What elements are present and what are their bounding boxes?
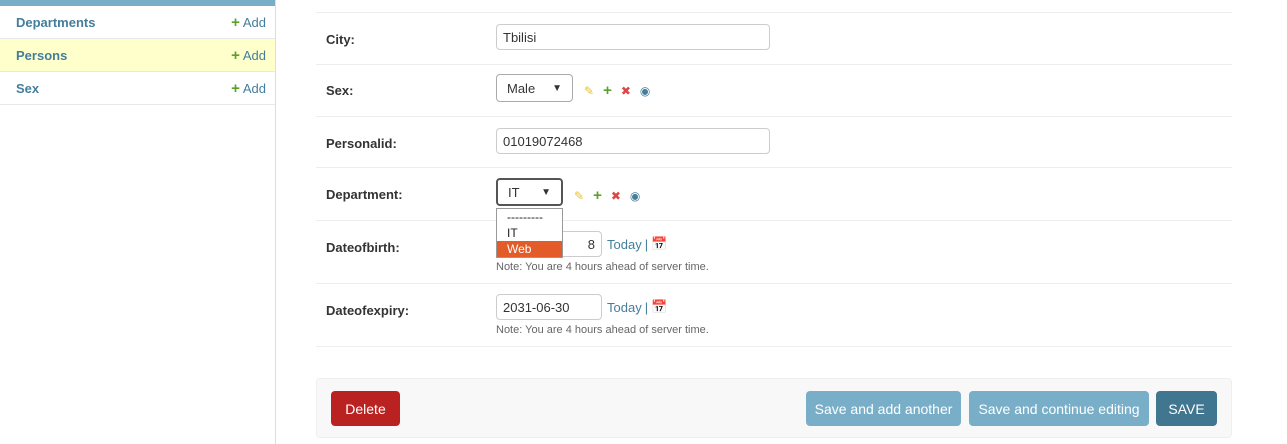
timezone-note: Note: You are 4 hours ahead of server ti…	[496, 261, 709, 273]
form-row-city: City: Tbilisi	[316, 13, 1232, 65]
dateofbirth-input-value: 8	[587, 236, 595, 252]
save-button[interactable]: SAVE	[1156, 391, 1217, 426]
dateofexpiry-shortcuts: Today | 📅	[607, 299, 667, 315]
separator: |	[644, 299, 649, 315]
sidebar: Departments + Add Persons + Add Sex + Add	[0, 0, 276, 444]
plus-icon[interactable]: +	[593, 187, 602, 204]
sidebar-item-link[interactable]: Persons	[16, 48, 67, 63]
calendar-icon[interactable]: 📅	[651, 236, 667, 252]
form-row-dateofbirth: Dateofbirth: 8 Today | 📅 Note: You are 4…	[316, 221, 1232, 284]
add-label: Add	[242, 14, 266, 30]
department-select-value: IT	[508, 184, 520, 200]
form-row-department: Department: IT ▼ ✎ + ✖ ◉	[316, 168, 1232, 221]
eye-icon[interactable]: ◉	[630, 189, 640, 203]
dateofbirth-shortcuts: Today | 📅	[607, 236, 667, 252]
add-link[interactable]: + Add	[231, 15, 266, 30]
form-row-sex: Sex: Male ▼ ✎ + ✖ ◉	[316, 65, 1232, 117]
pencil-icon[interactable]: ✎	[584, 84, 594, 98]
sidebar-item-link[interactable]: Departments	[16, 15, 95, 30]
today-link[interactable]: Today	[607, 237, 642, 252]
timezone-note: Note: You are 4 hours ahead of server ti…	[496, 324, 709, 336]
dateofexpiry-input[interactable]: 2031-06-30	[496, 294, 602, 320]
eye-icon[interactable]: ◉	[640, 84, 650, 98]
add-link[interactable]: + Add	[231, 48, 266, 63]
department-dropdown-list: --------- IT Web	[496, 208, 563, 258]
pencil-icon[interactable]: ✎	[574, 189, 584, 203]
delete-x-icon[interactable]: ✖	[621, 84, 631, 98]
chevron-down-icon: ▼	[541, 186, 551, 198]
plus-icon: +	[231, 46, 240, 64]
today-link[interactable]: Today	[607, 300, 642, 315]
add-label: Add	[242, 47, 266, 63]
dropdown-option-it[interactable]: IT	[497, 225, 562, 241]
delete-button[interactable]: Delete	[331, 391, 400, 426]
department-related-actions: ✎ + ✖ ◉	[574, 187, 640, 204]
plus-icon[interactable]: +	[603, 82, 612, 99]
city-input[interactable]: Tbilisi	[496, 24, 770, 50]
submit-row: Delete Save and add another Save and con…	[316, 378, 1232, 438]
plus-icon: +	[231, 79, 240, 97]
separator: |	[644, 236, 649, 252]
personalid-input[interactable]: 01019072468	[496, 128, 770, 154]
sidebar-item-link[interactable]: Sex	[16, 81, 39, 96]
plus-icon: +	[231, 13, 240, 31]
city-label: City:	[326, 32, 355, 47]
add-label: Add	[242, 80, 266, 96]
sidebar-item-persons: Persons + Add	[0, 39, 275, 72]
sex-label: Sex:	[326, 83, 354, 98]
form-row-top	[316, 0, 1232, 13]
save-continue-button[interactable]: Save and continue editing	[969, 391, 1149, 426]
save-add-another-button[interactable]: Save and add another	[806, 391, 961, 426]
sidebar-item-departments: Departments + Add	[0, 6, 275, 39]
dropdown-option-empty[interactable]: ---------	[497, 209, 562, 225]
department-label: Department:	[326, 187, 403, 202]
dateofbirth-label: Dateofbirth:	[326, 240, 400, 255]
form-row-dateofexpiry: Dateofexpiry: 2031-06-30 Today | 📅 Note:…	[316, 284, 1232, 347]
delete-x-icon[interactable]: ✖	[611, 189, 621, 203]
dropdown-option-web[interactable]: Web	[497, 241, 562, 257]
calendar-icon[interactable]: 📅	[651, 299, 667, 315]
department-select[interactable]: IT ▼	[496, 178, 563, 206]
change-form: City: Tbilisi Sex: Male ▼ ✎ + ✖ ◉ Person…	[316, 0, 1232, 438]
dateofexpiry-label: Dateofexpiry:	[326, 303, 410, 318]
personalid-label: Personalid:	[326, 136, 397, 151]
form-row-personalid: Personalid: 01019072468	[316, 117, 1232, 168]
sex-related-actions: ✎ + ✖ ◉	[584, 82, 650, 99]
chevron-down-icon: ▼	[552, 82, 562, 94]
sex-select-value: Male	[507, 80, 536, 96]
sidebar-item-sex: Sex + Add	[0, 72, 275, 105]
sex-select[interactable]: Male ▼	[496, 74, 573, 102]
add-link[interactable]: + Add	[231, 81, 266, 96]
